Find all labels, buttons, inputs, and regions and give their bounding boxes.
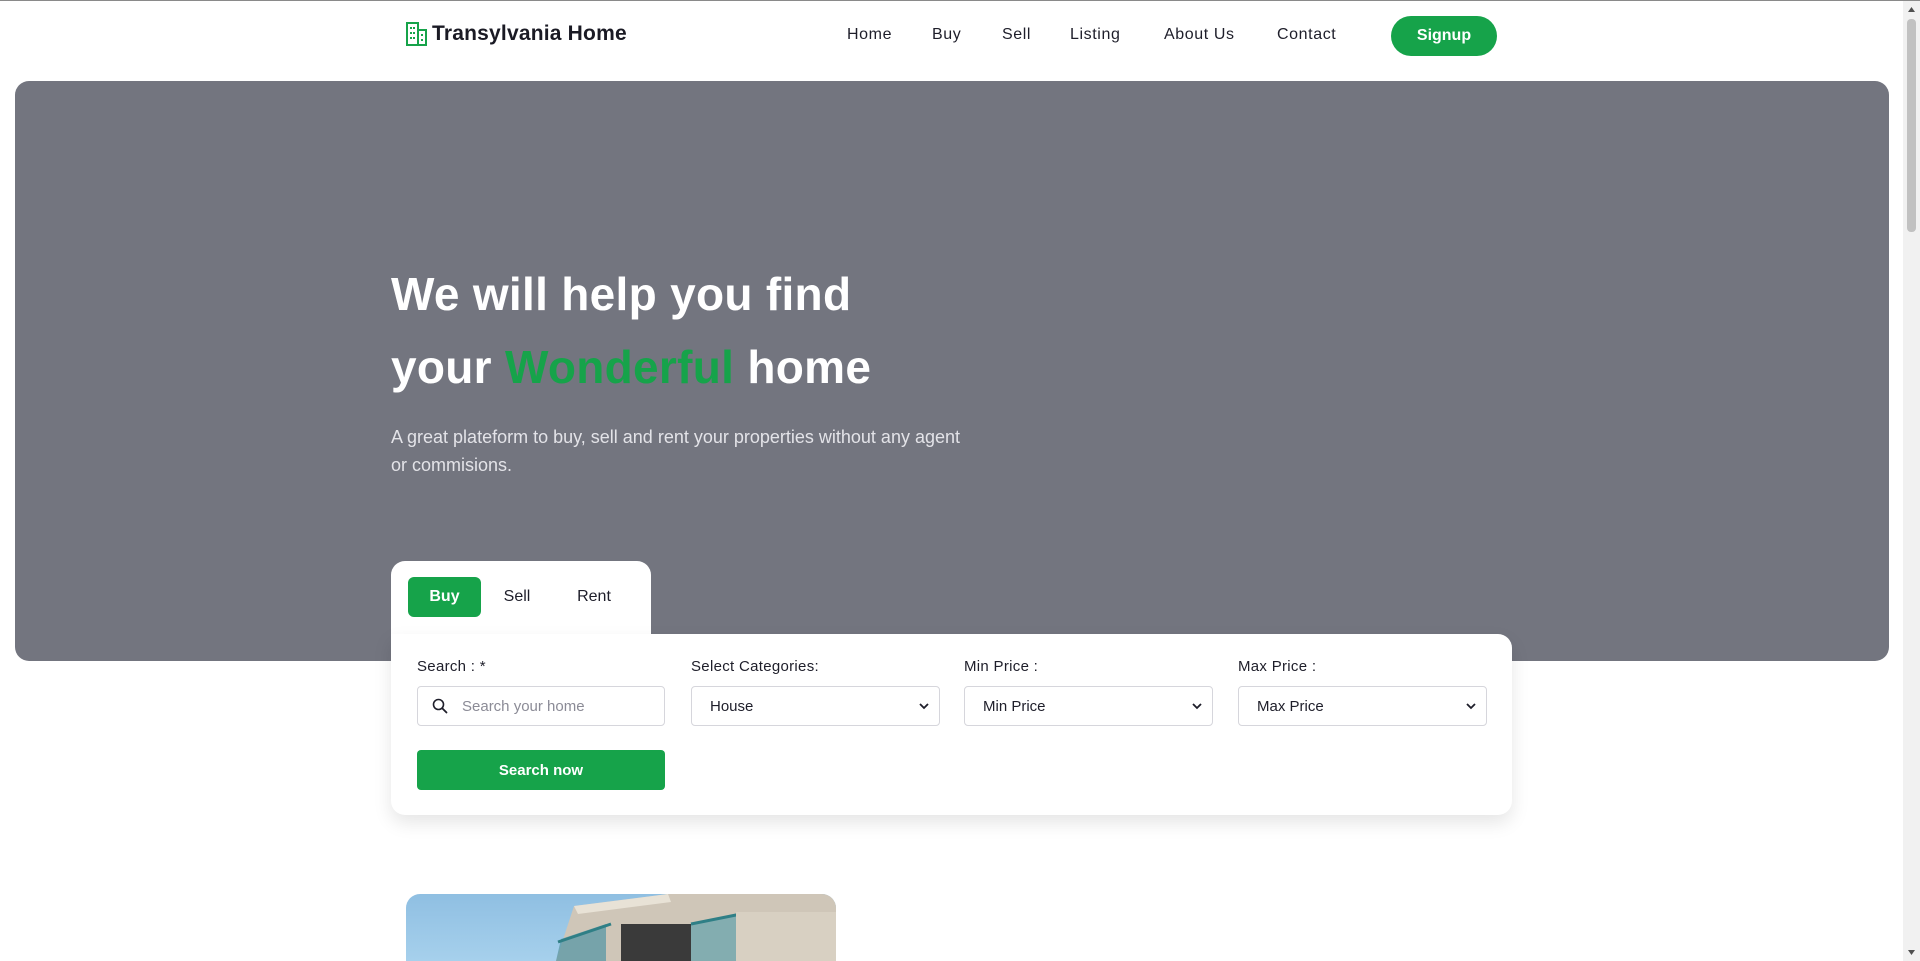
tab-sell[interactable]: Sell: [489, 577, 545, 617]
building-photo: [556, 894, 836, 961]
chevron-down-icon: [1466, 702, 1476, 709]
nav-home[interactable]: Home: [847, 26, 892, 44]
hero-banner: [15, 81, 1889, 661]
categories-label: Select Categories:: [691, 658, 819, 675]
hero-title-pre: your: [391, 341, 505, 393]
hero-subtitle: A great plateform to buy, sell and rent …: [391, 427, 960, 475]
search-label: Search : *: [417, 658, 486, 675]
max-price-label: Max Price :: [1238, 658, 1317, 675]
min-price-select[interactable]: Min Price: [964, 686, 1213, 726]
nav-buy[interactable]: Buy: [932, 26, 961, 44]
scroll-down-icon[interactable]: [1907, 948, 1916, 957]
search-now-button[interactable]: Search now: [417, 750, 665, 790]
scrollbar-thumb[interactable]: [1907, 19, 1916, 232]
page-scrollbar[interactable]: [1903, 1, 1920, 961]
nav-listing[interactable]: Listing: [1070, 26, 1120, 44]
nav-sell[interactable]: Sell: [1002, 26, 1031, 44]
categories-value: House: [710, 697, 754, 715]
search-card: Search : * Select Categories: House Min …: [391, 634, 1512, 815]
hero-title-post: home: [734, 341, 872, 393]
logo[interactable]: Transylvania Home: [406, 22, 627, 46]
search-icon: [432, 698, 448, 714]
hero-title: We will help you find your Wonderful hom…: [391, 258, 871, 404]
max-price-select[interactable]: Max Price: [1238, 686, 1487, 726]
nav-contact[interactable]: Contact: [1277, 26, 1336, 44]
min-price-label: Min Price :: [964, 658, 1039, 675]
max-price-value: Max Price: [1257, 697, 1324, 715]
search-input[interactable]: [462, 697, 652, 715]
search-field[interactable]: [417, 686, 665, 726]
search-tabs: Buy Sell Rent: [391, 561, 651, 635]
chevron-down-icon: [919, 702, 929, 709]
hero-title-line2: your Wonderful home: [391, 331, 871, 404]
scroll-up-icon[interactable]: [1907, 5, 1916, 14]
building-icon: [406, 22, 427, 46]
logo-text: Transylvania Home: [432, 22, 627, 45]
top-border: [0, 0, 1920, 1]
tab-rent[interactable]: Rent: [559, 577, 629, 617]
categories-select[interactable]: House: [691, 686, 940, 726]
hero-title-line1: We will help you find: [391, 268, 852, 320]
hero-title-highlight: Wonderful: [504, 341, 735, 393]
property-image[interactable]: [406, 894, 836, 961]
nav-about-us[interactable]: About Us: [1164, 26, 1235, 44]
signup-button[interactable]: Signup: [1391, 16, 1497, 56]
tab-buy[interactable]: Buy: [408, 577, 481, 617]
min-price-value: Min Price: [983, 697, 1046, 715]
chevron-down-icon: [1192, 702, 1202, 709]
